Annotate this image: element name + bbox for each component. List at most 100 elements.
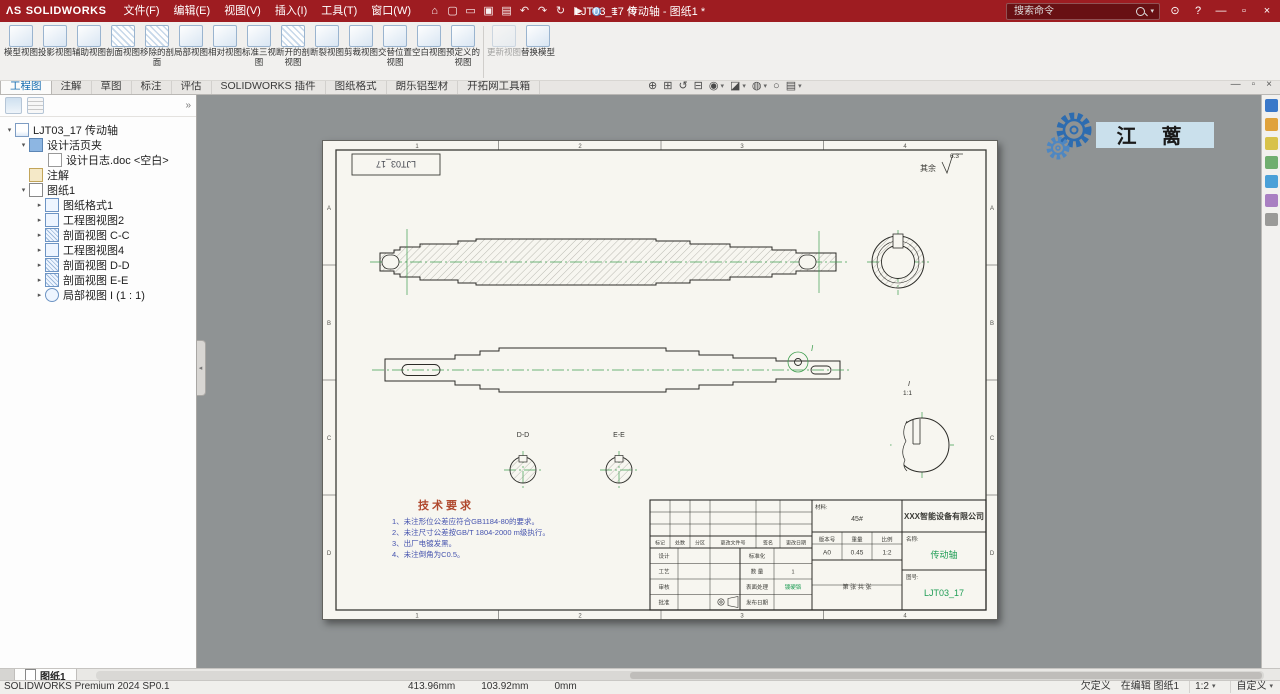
- home-icon[interactable]: ⌂: [426, 0, 443, 22]
- svg-text:D: D: [990, 551, 995, 557]
- search-input[interactable]: [1012, 4, 1132, 18]
- tree-item-drawing-view4[interactable]: ▸ 工程图视图4: [0, 242, 196, 257]
- undo-icon[interactable]: ↶: [516, 0, 533, 22]
- login-icon[interactable]: ⊙: [1167, 0, 1183, 22]
- drawing-sheet[interactable]: 1 2 3 4 1 2 3 4 A B C D A B C D LJT03_17: [322, 140, 998, 620]
- minimize-button[interactable]: —: [1213, 0, 1229, 22]
- menu-window[interactable]: 窗口(W): [364, 0, 418, 22]
- svg-text:D-D: D-D: [517, 432, 529, 439]
- collapse-icon[interactable]: ▾: [18, 141, 29, 149]
- chevron-down-icon[interactable]: ▾: [798, 82, 802, 90]
- sheet-scale-dropdown[interactable]: 1:2 ▾: [1189, 681, 1220, 693]
- new-document-icon[interactable]: ▢: [444, 0, 461, 22]
- rebuild-icon[interactable]: ↻: [552, 0, 569, 22]
- expand-icon[interactable]: ▸: [34, 216, 45, 224]
- tab-sheet-format[interactable]: 图纸格式: [326, 79, 387, 94]
- tree-item-section-view-ee[interactable]: ▸ 剖面视图 E-E: [0, 272, 196, 287]
- chevron-down-icon[interactable]: ▾: [720, 82, 724, 90]
- horizontal-scrollbar[interactable]: [96, 670, 1264, 680]
- expand-icon[interactable]: ▸: [34, 276, 45, 284]
- units-dropdown[interactable]: 自定义 ▾: [1230, 681, 1278, 693]
- expand-icon[interactable]: ▸: [34, 246, 45, 254]
- tree-item-sheet1[interactable]: ▾ 图纸1: [0, 182, 196, 197]
- tree-item-design-binder[interactable]: ▾ 设计活页夹: [0, 137, 196, 152]
- property-manager-tab-icon[interactable]: [27, 96, 44, 114]
- tab-dimension[interactable]: 标注: [132, 79, 172, 94]
- view-palette-icon[interactable]: [1264, 156, 1278, 169]
- custom-properties-icon[interactable]: [1264, 194, 1278, 207]
- expand-icon[interactable]: ▸: [34, 261, 45, 269]
- ribbon-button-model-view[interactable]: 模型视图: [4, 24, 38, 58]
- chevron-down-icon[interactable]: ▾: [742, 82, 746, 90]
- ribbon-button-predefined-view[interactable]: 预定义的视图: [446, 24, 480, 67]
- panel-header: »: [0, 94, 196, 117]
- tab-evaluate[interactable]: 评估: [172, 79, 212, 94]
- svg-text:重量: 重量: [851, 536, 863, 544]
- close-button[interactable]: ×: [1259, 0, 1275, 22]
- tab-kaituo-toolbox[interactable]: 开拓网工具箱: [458, 79, 541, 94]
- svg-text:1:1: 1:1: [903, 390, 912, 397]
- file-explorer-icon[interactable]: [1264, 137, 1278, 150]
- tree-item-design-journal[interactable]: 设计日志.doc <空白>: [0, 152, 196, 167]
- open-icon[interactable]: ▭: [462, 0, 479, 22]
- ribbon-button-broken-out-section[interactable]: 断开的剖视图: [276, 24, 310, 67]
- svg-text:图号:: 图号:: [906, 573, 919, 581]
- expand-icon[interactable]: ▸: [34, 231, 45, 239]
- coord-x: 413.96mm: [408, 681, 456, 692]
- ribbon-button-replace-model[interactable]: 替换模型: [521, 24, 555, 58]
- collapse-icon[interactable]: ▾: [18, 186, 29, 194]
- ribbon-button-break-view[interactable]: 断裂视图: [310, 24, 344, 58]
- task-home-icon[interactable]: [1264, 99, 1278, 112]
- ribbon-button-crop-view[interactable]: 剪裁视图: [344, 24, 378, 58]
- edit-appearance-icon[interactable]: ○: [773, 80, 780, 92]
- tab-solidworks-addins[interactable]: SOLIDWORKS 插件: [212, 79, 326, 94]
- alternate-position-view-icon: [383, 25, 407, 47]
- panel-flyout-icon[interactable]: »: [185, 100, 191, 111]
- redo-icon[interactable]: ↷: [534, 0, 551, 22]
- tree-item-annotations[interactable]: 注解: [0, 167, 196, 182]
- command-search[interactable]: ▾: [1006, 2, 1160, 20]
- restore-button[interactable]: ▫: [1236, 0, 1252, 22]
- tab-sketch[interactable]: 草图: [92, 79, 132, 94]
- forum-icon[interactable]: [1264, 213, 1278, 226]
- panel-splitter-handle[interactable]: ◂: [196, 340, 206, 396]
- ribbon-button-relative-view[interactable]: 相对视图: [208, 24, 242, 58]
- tab-annotation[interactable]: 注解: [52, 79, 92, 94]
- svg-text:1:2: 1:2: [882, 550, 891, 557]
- collapse-icon[interactable]: ▾: [4, 126, 15, 134]
- help-icon[interactable]: ?: [1190, 0, 1206, 22]
- menu-edit[interactable]: 编辑(E): [167, 0, 218, 22]
- expand-icon[interactable]: ▸: [34, 291, 45, 299]
- tree-item-drawing-view2[interactable]: ▸ 工程图视图2: [0, 212, 196, 227]
- ribbon-button-detail-view[interactable]: 局部视图: [174, 24, 208, 58]
- scrollbar-thumb[interactable]: [630, 671, 1262, 679]
- ribbon-button-empty-view[interactable]: 空白视图: [412, 24, 446, 58]
- expand-icon[interactable]: ▸: [34, 201, 45, 209]
- ribbon-button-removed-section[interactable]: 移除的剖面: [140, 24, 174, 67]
- svg-text:版本号: 版本号: [819, 536, 836, 544]
- menu-tools[interactable]: 工具(T): [314, 0, 364, 22]
- tree-item-section-view-dd[interactable]: ▸ 剖面视图 D-D: [0, 257, 196, 272]
- menu-view[interactable]: 视图(V): [217, 0, 268, 22]
- design-library-icon[interactable]: [1264, 118, 1278, 131]
- ribbon-button-projected-view[interactable]: 投影视图: [38, 24, 72, 58]
- tree-item-detail-view-i[interactable]: ▸ 局部视图 I (1 : 1): [0, 287, 196, 302]
- svg-text:审核: 审核: [658, 583, 670, 591]
- tree-item-section-view-cc[interactable]: ▸ 剖面视图 C-C: [0, 227, 196, 242]
- ribbon-button-alternate-position-view[interactable]: 交替位置视图: [378, 24, 412, 67]
- tree-item-sheet-format1[interactable]: ▸ 图纸格式1: [0, 197, 196, 212]
- save-icon[interactable]: ▣: [480, 0, 497, 22]
- svg-text:名称:: 名称:: [906, 535, 919, 543]
- ribbon-button-section-view[interactable]: 剖面视图: [106, 24, 140, 58]
- chevron-down-icon[interactable]: ▾: [1150, 7, 1154, 15]
- feature-tree-tab-icon[interactable]: [5, 96, 22, 114]
- print-icon[interactable]: ▤: [498, 0, 515, 22]
- tree-item-root[interactable]: ▾ LJT03_17 传动轴: [0, 122, 196, 137]
- menu-insert[interactable]: 插入(I): [268, 0, 314, 22]
- menu-file[interactable]: 文件(F): [116, 0, 166, 22]
- ribbon-button-auxiliary-view[interactable]: 辅助视图: [72, 24, 106, 58]
- ribbon-button-standard-3-view[interactable]: 标准三视图: [242, 24, 276, 67]
- appearances-icon[interactable]: [1264, 175, 1278, 188]
- tab-langle-profiles[interactable]: 朗乐铝型材: [387, 79, 459, 94]
- chevron-down-icon[interactable]: ▾: [764, 82, 768, 90]
